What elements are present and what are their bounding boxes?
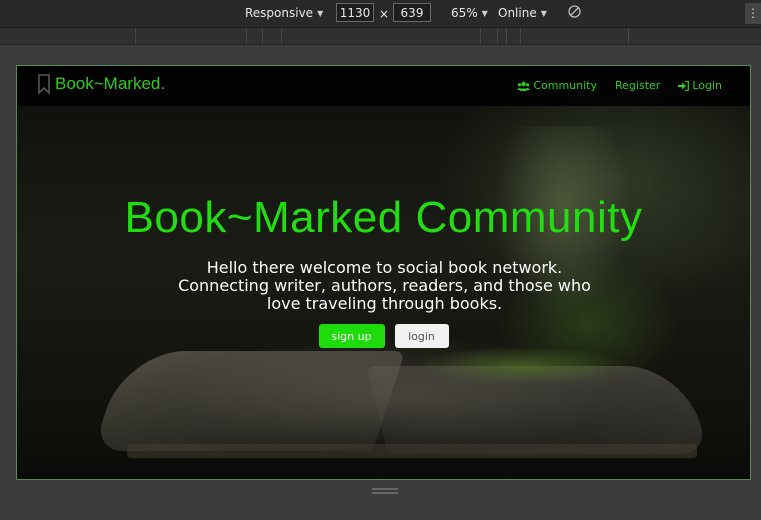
media-query-ruler xyxy=(0,28,761,45)
nav-community-label: Community xyxy=(533,79,598,92)
book-left-page xyxy=(92,351,406,451)
emulated-viewport: Book~Marked. Community Register Login Bo… xyxy=(16,65,751,480)
device-select[interactable]: Responsive ▼ xyxy=(245,6,323,20)
nav-login-label: Login xyxy=(692,79,722,92)
brand-name: Book~Marked. xyxy=(55,74,166,93)
chevron-down-icon: ▼ xyxy=(540,8,547,18)
users-icon xyxy=(517,81,531,91)
network-label: Online xyxy=(498,6,537,20)
viewport-resize-handle[interactable] xyxy=(372,488,398,494)
nav-register[interactable]: Register xyxy=(615,79,660,92)
nav-community[interactable]: Community xyxy=(517,79,597,92)
nav-login[interactable]: Login xyxy=(678,79,722,92)
devtools-toolbar: Responsive ▼ 1130 × 639 65% ▼ Online ▼ ⋮ xyxy=(0,0,761,28)
nav-links: Community Register Login xyxy=(517,79,722,92)
zoom-label: 65% xyxy=(451,6,478,20)
chevron-down-icon: ▼ xyxy=(317,8,324,18)
book-edge xyxy=(127,444,697,458)
hero-buttons: sign up login xyxy=(17,324,750,348)
navbar: Book~Marked. Community Register Login xyxy=(17,66,750,106)
height-input[interactable]: 639 xyxy=(393,3,431,22)
brand-link[interactable]: Book~Marked. xyxy=(37,74,165,94)
moss-patch xyxy=(417,346,627,386)
hero-subtitle: Hello there welcome to social book netwo… xyxy=(178,258,591,313)
network-select[interactable]: Online ▼ xyxy=(498,6,547,20)
bookmark-icon xyxy=(38,74,50,94)
more-options-icon[interactable]: ⋮ xyxy=(745,3,761,24)
rotate-icon xyxy=(568,5,581,18)
hero-title: Book~Marked Community xyxy=(124,193,643,242)
sign-in-icon xyxy=(678,80,690,91)
width-input[interactable]: 1130 xyxy=(336,3,374,22)
login-button[interactable]: login xyxy=(394,324,449,348)
device-label: Responsive xyxy=(245,6,314,20)
dimension-separator: × xyxy=(379,7,390,21)
nav-register-label: Register xyxy=(615,79,661,92)
rotate-button[interactable] xyxy=(567,4,582,19)
chevron-down-icon: ▼ xyxy=(481,8,488,18)
zoom-select[interactable]: 65% ▼ xyxy=(451,6,488,20)
signup-button[interactable]: sign up xyxy=(318,324,385,348)
